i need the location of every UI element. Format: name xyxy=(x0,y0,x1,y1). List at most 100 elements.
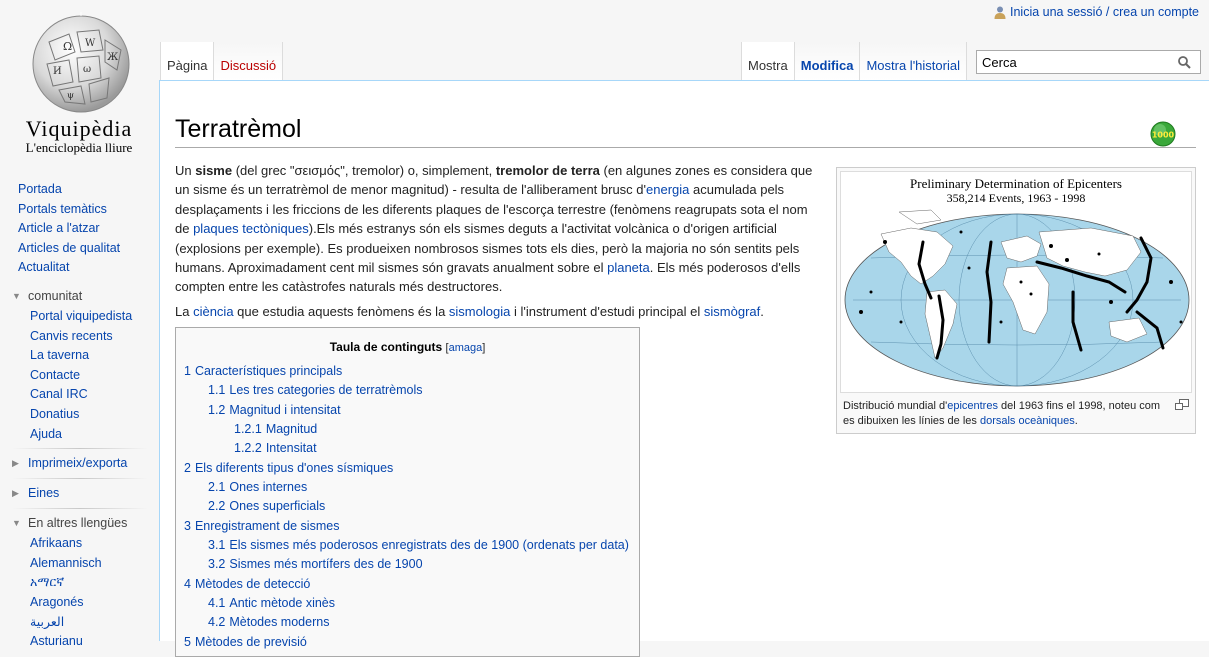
search-box xyxy=(976,50,1201,74)
sidebar-languages: Afrikaans Alemannisch አማርኛ Aragonés العر… xyxy=(0,534,158,652)
toc-hide-link[interactable]: amaga xyxy=(449,342,483,354)
toc-item[interactable]: 1.2 Magnitud i intensitat xyxy=(184,401,631,420)
svg-text:Ж: Ж xyxy=(107,52,119,63)
triangle-right-icon: ▶ xyxy=(12,488,19,499)
logo-tagline: L'enciclopèdia lliure xyxy=(25,140,133,155)
sidebar-item-contact[interactable]: Contacte xyxy=(30,368,80,382)
search-icon xyxy=(1177,55,1191,69)
link-energia[interactable]: energia xyxy=(646,182,689,197)
table-of-contents: Taula de continguts [amaga] 1 Característ… xyxy=(175,327,640,657)
sidebar-item-random[interactable]: Article a l'atzar xyxy=(18,221,100,235)
sidebar: Portada Portals temàtics Article a l'atz… xyxy=(0,180,158,652)
tab-discussion[interactable]: Discussió xyxy=(213,42,284,80)
toc-item[interactable]: 1 Característiques principals xyxy=(184,362,631,381)
toc-item[interactable]: 2.1 Ones internes xyxy=(184,478,631,497)
sidebar-heading-community[interactable]: ▼ comunitat xyxy=(0,286,158,307)
puzzle-globe-icon: Ω W И ω Ж ψ xyxy=(32,12,130,113)
svg-text:ψ: ψ xyxy=(67,91,74,101)
link-plaques-tectoniques[interactable]: plaques tectòniques xyxy=(193,221,309,236)
lang-link-asturianu[interactable]: Asturianu xyxy=(30,634,83,648)
sidebar-heading-label: Imprimeix/exporta xyxy=(28,456,128,471)
toc-item[interactable]: 3.1 Els sismes més poderosos enregistrats… xyxy=(184,536,631,555)
sidebar-divider xyxy=(12,448,148,450)
tab-edit[interactable]: Modifica xyxy=(793,42,860,80)
toc-list: 1 Característiques principals 1.1 Les tres… xyxy=(184,362,631,652)
sidebar-divider xyxy=(12,508,148,510)
login-link[interactable]: Inicia una sessió / crea un compte xyxy=(1010,5,1199,19)
sidebar-divider xyxy=(12,478,148,480)
logo-wordmark: Viquipèdia xyxy=(25,116,133,141)
toc-item[interactable]: 1.2.2 Intensitat xyxy=(184,439,631,458)
enlarge-icon[interactable] xyxy=(1175,399,1189,410)
epicenter-map-image[interactable]: Preliminary Determination of Epicenters … xyxy=(840,171,1192,393)
featured-article-badge-icon[interactable]: 1000 xyxy=(1150,121,1176,147)
lang-link-alemannisch[interactable]: Alemannisch xyxy=(30,556,102,570)
search-input[interactable] xyxy=(977,52,1172,72)
content-area: Terratrèmol 1000 Un sisme (del grec "σει… xyxy=(159,80,1209,657)
sidebar-heading-label: En altres llengües xyxy=(28,516,128,531)
toc-item[interactable]: 1.2.1 Magnitud xyxy=(184,420,631,439)
svg-text:W: W xyxy=(85,38,96,49)
sidebar-item-portada[interactable]: Portada xyxy=(18,182,62,196)
sidebar-item-news[interactable]: Actualitat xyxy=(18,260,69,274)
link-dorsals-oceaniques[interactable]: dorsals oceàniques xyxy=(980,415,1075,427)
svg-text:Ω: Ω xyxy=(63,40,72,53)
lang-link-aragones[interactable]: Aragonés xyxy=(30,595,84,609)
sidebar-item-quality[interactable]: Articles de qualitat xyxy=(18,241,120,255)
world-map-icon xyxy=(844,209,1190,387)
toc-item[interactable]: 2.2 Ones superficials xyxy=(184,497,631,516)
link-epicentres[interactable]: epicentres xyxy=(947,400,998,412)
sidebar-item-taverna[interactable]: La taverna xyxy=(30,348,89,362)
article-body: Un sisme (del grec "σεισμός", tremolor) … xyxy=(175,161,815,326)
intro-paragraph: Un sisme (del grec "σεισμός", tremolor) … xyxy=(175,163,813,295)
sidebar-heading-languages[interactable]: ▼ En altres llengües xyxy=(0,513,158,534)
link-planeta[interactable]: planeta xyxy=(607,260,650,275)
triangle-down-icon: ▼ xyxy=(12,290,21,301)
thumbnail-caption: Distribució mundial d'epicentres del 196… xyxy=(840,393,1192,429)
tab-page[interactable]: Pàgina xyxy=(160,42,214,80)
sidebar-heading-tools[interactable]: ▶ Eines xyxy=(0,483,158,504)
sidebar-heading-label: Eines xyxy=(28,486,60,501)
toc-item[interactable]: 1.1 Les tres categories de terratrèmols xyxy=(184,381,631,400)
toc-item[interactable]: 2 Els diferents tipus d'ones sísmiques xyxy=(184,459,631,478)
link-sismologia[interactable]: sismologia xyxy=(449,304,510,319)
toc-item[interactable]: 4.2 Mètodes moderns xyxy=(184,613,631,632)
page-title: Terratrèmol xyxy=(175,114,1196,148)
lang-link-arabic[interactable]: العربية xyxy=(30,615,64,629)
toc-item[interactable]: 3 Enregistrament de sismes xyxy=(184,517,631,536)
lang-link-amharic[interactable]: አማርኛ xyxy=(30,575,64,589)
thumbnail-figure: Preliminary Determination of Epicenters … xyxy=(836,167,1196,434)
sidebar-item-portal-viquipedista[interactable]: Portal viquipedista xyxy=(30,309,132,323)
svg-text:И: И xyxy=(53,66,62,77)
view-tabs: Mostra Modifica Mostra l'historial xyxy=(741,42,967,80)
sidebar-heading-label: comunitat xyxy=(28,288,83,303)
sidebar-community: Portal viquipedista Canvis recents La ta… xyxy=(0,307,158,444)
toc-title-text: Taula de continguts xyxy=(329,340,443,354)
tab-history[interactable]: Mostra l'historial xyxy=(859,42,967,80)
search-button[interactable] xyxy=(1172,51,1196,73)
triangle-down-icon: ▼ xyxy=(12,518,21,529)
second-paragraph: La ciència que estudia aquests fenòmens … xyxy=(175,303,764,319)
sidebar-item-recent-changes[interactable]: Canvis recents xyxy=(30,329,113,343)
triangle-right-icon: ▶ xyxy=(12,458,19,469)
link-ciencia[interactable]: ciència xyxy=(193,304,233,319)
site-logo[interactable]: Ω W И ω Ж ψ Viquipèdia L'enciclopèdia ll… xyxy=(0,0,158,160)
personal-tools: Inicia una sessió / crea un compte xyxy=(994,5,1199,19)
sidebar-item-donate[interactable]: Donatius xyxy=(30,407,79,421)
toc-item[interactable]: 4.1 Antic mètode xinès xyxy=(184,594,631,613)
sidebar-heading-print[interactable]: ▶ Imprimeix/exporta xyxy=(0,453,158,474)
toc-item[interactable]: 4 Mètodes de detecció xyxy=(184,575,631,594)
link-sismograf[interactable]: sismògraf xyxy=(704,304,760,319)
svg-text:ω: ω xyxy=(83,64,91,75)
toc-item[interactable]: 3.2 Sismes més mortífers des de 1900 xyxy=(184,555,631,574)
sidebar-item-irc[interactable]: Canal IRC xyxy=(30,387,88,401)
badge-label: 1000 xyxy=(1152,131,1175,140)
sidebar-item-portals[interactable]: Portals temàtics xyxy=(18,202,107,216)
user-icon xyxy=(994,6,1006,19)
sidebar-item-help[interactable]: Ajuda xyxy=(30,427,62,441)
tab-view[interactable]: Mostra xyxy=(741,42,794,80)
toc-item[interactable]: 5 Mètodes de previsió xyxy=(184,633,631,652)
lang-link-afrikaans[interactable]: Afrikaans xyxy=(30,536,82,550)
toc-title: Taula de continguts [amaga] xyxy=(184,340,631,354)
sidebar-navigation: Portada Portals temàtics Article a l'atz… xyxy=(0,180,158,278)
